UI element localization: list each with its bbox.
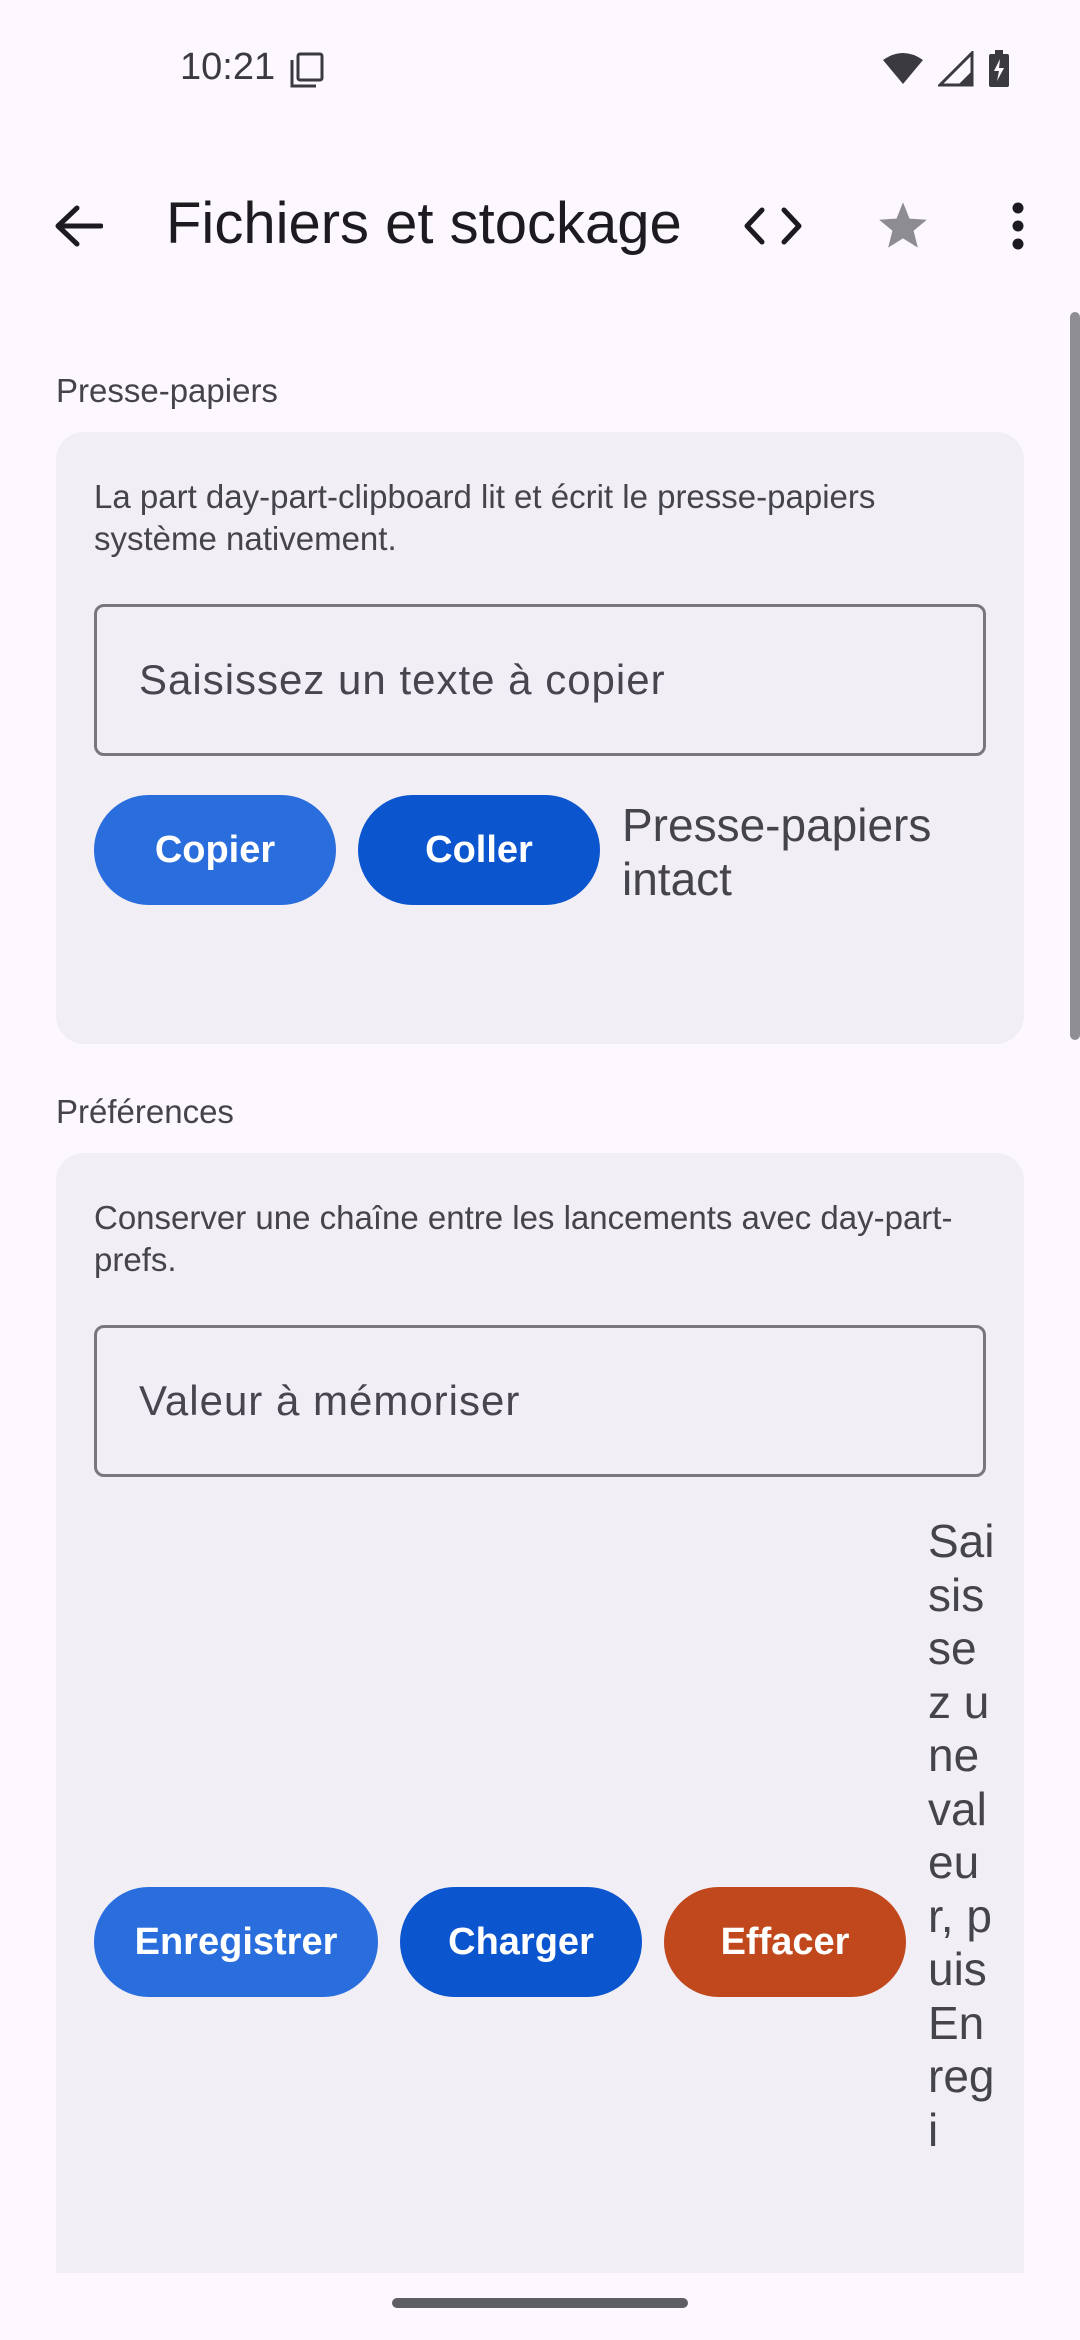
clipboard-section-label: Presse-papiers (56, 372, 278, 409)
top-app-bar: Fichiers et stockage (0, 170, 1080, 280)
cellular-signal-icon (936, 49, 974, 92)
preferences-status: Saisissez une valeur, puis Enregi (928, 1515, 995, 2156)
status-time: 10:21 (180, 46, 276, 88)
status-icons (882, 49, 1010, 93)
gesture-navigation-bar[interactable] (392, 2298, 688, 2308)
more-vert-icon (1012, 202, 1024, 250)
arrow-back-icon (55, 205, 103, 247)
preference-value-input[interactable] (94, 1325, 986, 1477)
clear-button[interactable]: Effacer (664, 1887, 906, 1997)
preferences-section-label: Préférences (56, 1093, 234, 1130)
clipboard-status: Presse-papiers intact (622, 799, 932, 905)
paste-button[interactable]: Coller (358, 795, 600, 905)
favorite-button[interactable] (865, 188, 941, 264)
code-icon (744, 207, 802, 245)
clipboard-description: La part day-part-clipboard lit et écrit … (94, 478, 876, 557)
battery-charging-icon (988, 50, 1010, 93)
preferences-card: Conserver une chaîne entre les lancement… (56, 1153, 1024, 2273)
overflow-menu-button[interactable] (980, 188, 1056, 264)
scrollbar[interactable] (1070, 312, 1080, 1040)
back-button[interactable] (40, 188, 116, 264)
load-button[interactable]: Charger (400, 1887, 642, 1997)
sim-card-icon (290, 52, 324, 88)
star-icon (879, 202, 927, 248)
wifi-icon (882, 52, 924, 91)
preferences-description: Conserver une chaîne entre les lancement… (94, 1199, 953, 1278)
copy-button[interactable]: Copier (94, 795, 336, 905)
page-title: Fichiers et stockage (166, 191, 682, 256)
code-view-button[interactable] (735, 188, 811, 264)
clipboard-card: La part day-part-clipboard lit et écrit … (56, 432, 1024, 1044)
status-bar: 10:21 (0, 0, 1080, 140)
clipboard-text-input[interactable] (94, 604, 986, 756)
save-button[interactable]: Enregistrer (94, 1887, 378, 1997)
